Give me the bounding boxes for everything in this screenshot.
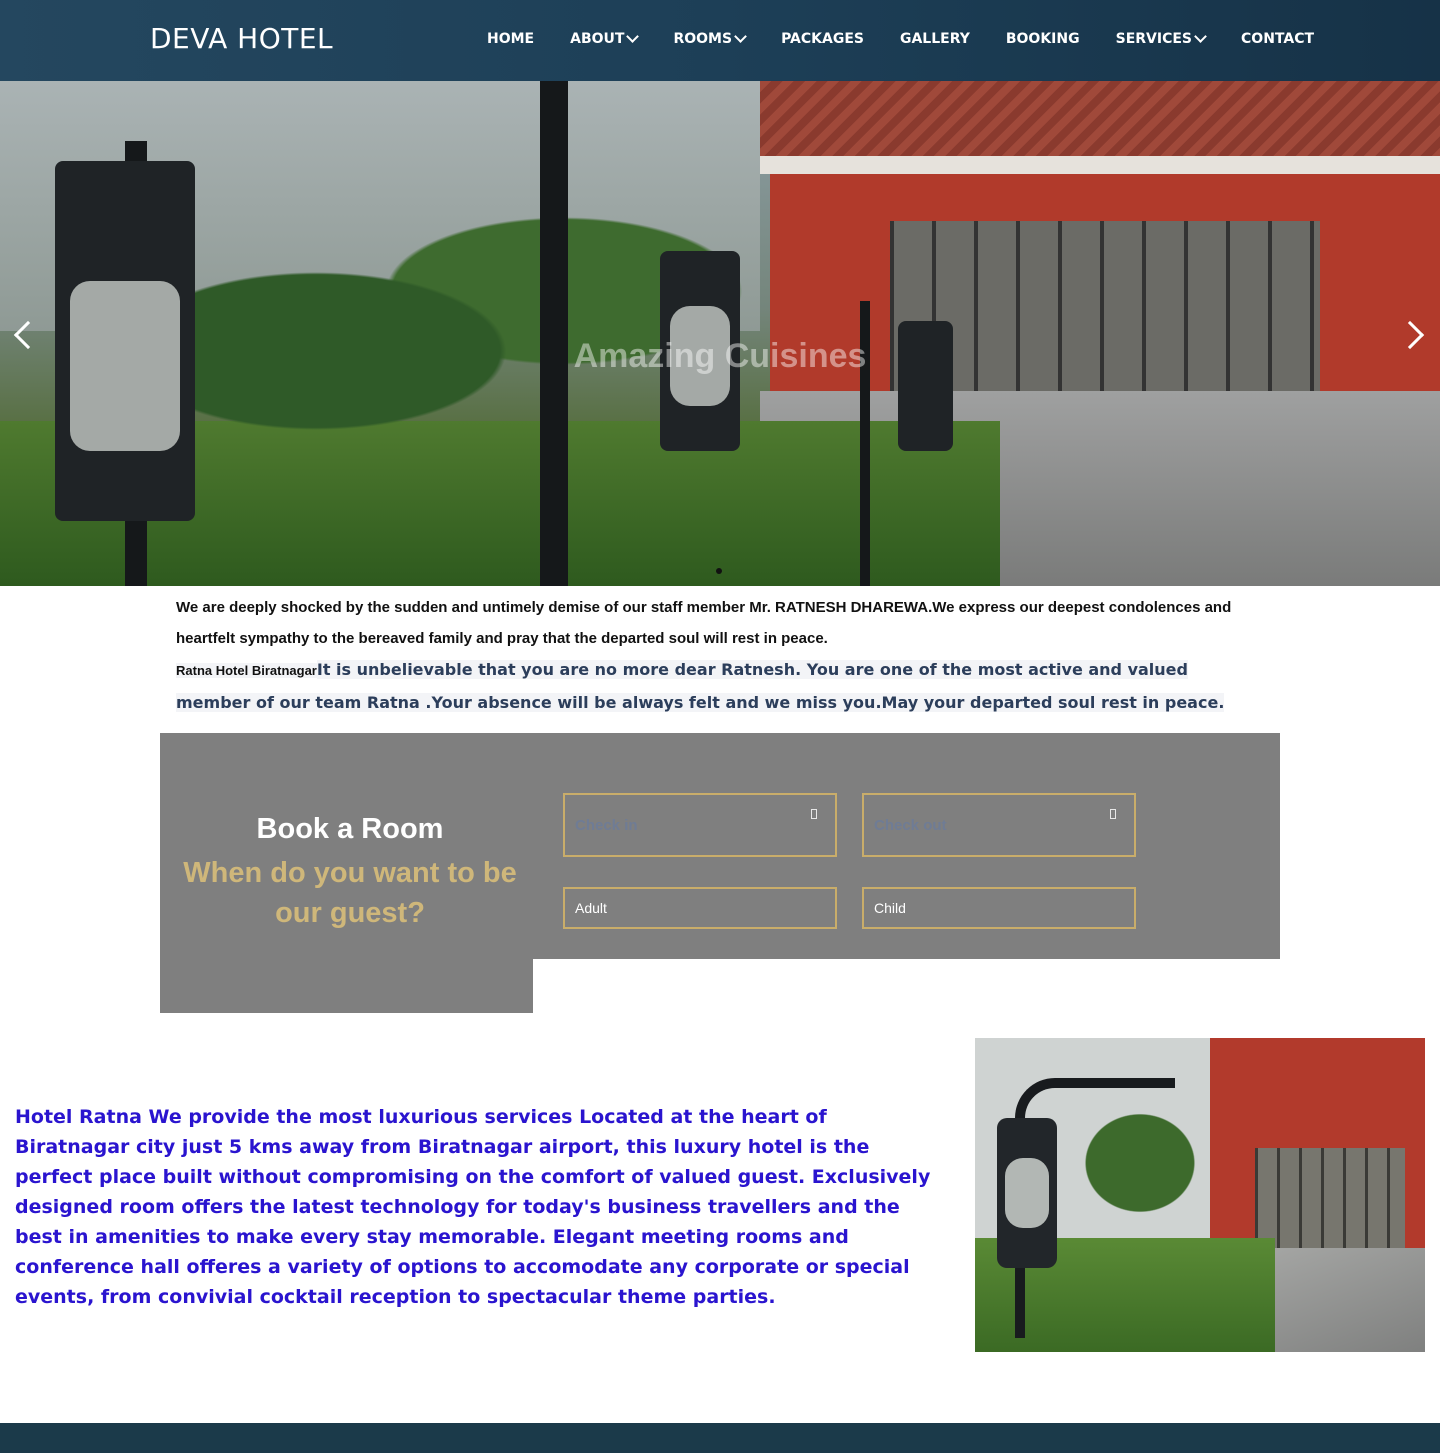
chevron-down-icon [1194,30,1207,43]
check-out-input[interactable]: Check out [862,793,1136,857]
nav-booking-label: BOOKING [1005,31,1080,47]
main-nav: HOME ABOUT ROOMS PACKAGES GALLERY BOOKIN… [487,30,1350,47]
nav-rooms-label: ROOMS [673,31,733,47]
nav-home-label: HOME [487,31,535,47]
booking-subtitle: When do you want to be our guest? [183,857,517,929]
nav-about[interactable]: ABOUT [570,30,640,47]
tribute-source: Ratna Hotel Biratnagar [176,663,317,678]
chevron-down-icon [626,30,640,43]
booking-title: Book a Room [256,813,444,845]
hotel-exterior-image [975,1038,1425,1352]
adult-select[interactable]: Adult [563,887,837,929]
condolence-notice: We are deeply shocked by the sudden and … [176,592,1266,720]
hero-roof [760,81,1440,166]
chevron-down-icon [734,30,747,43]
hero-carousel: Amazing Cuisines [0,81,1440,586]
nav-packages[interactable]: PACKAGES [781,31,864,47]
adult-placeholder: Adult [575,900,607,916]
calendar-icon[interactable] [1110,809,1116,819]
nav-services-label: SERVICES [1115,31,1193,47]
nav-gallery-label: GALLERY [899,31,970,47]
hero-fascia [760,156,1440,174]
nav-gallery[interactable]: GALLERY [900,31,970,47]
lamp-post [540,81,568,586]
nav-home[interactable]: HOME [487,31,534,47]
footer-bar [0,1423,1440,1453]
check-in-placeholder: Check in [575,816,638,834]
slide-indicator-dot[interactable] [716,568,722,574]
nav-contact-label: CONTACT [1241,31,1315,47]
brand-logo[interactable]: DEVA HOTEL [150,22,333,55]
nav-booking[interactable]: BOOKING [1006,31,1080,47]
tribute-line: Ratna Hotel BiratnagarIt is unbelievable… [176,654,1266,720]
calendar-icon[interactable] [811,809,817,819]
top-navbar: DEVA HOTEL HOME ABOUT ROOMS PACKAGES GAL… [0,0,1440,81]
nav-about-label: ABOUT [570,31,625,47]
nav-services[interactable]: SERVICES [1115,30,1207,47]
hero-trees [130,171,750,471]
check-in-input[interactable]: Check in [563,793,837,857]
nav-packages-label: PACKAGES [781,31,864,47]
about-description: Hotel Ratna We provide the most luxuriou… [15,1106,931,1308]
hotel-windows [1255,1148,1405,1248]
check-out-placeholder: Check out [874,816,947,834]
tribute-text: It is unbelievable that you are no more … [176,660,1225,712]
child-placeholder: Child [874,900,906,916]
nav-rooms[interactable]: ROOMS [673,30,747,47]
condolence-message: We are deeply shocked by the sudden and … [176,599,1232,647]
hero-caption: Amazing Cuisines [573,337,867,375]
child-select[interactable]: Child [862,887,1136,929]
nav-contact[interactable]: CONTACT [1241,31,1314,47]
lantern-glass [1005,1158,1049,1228]
